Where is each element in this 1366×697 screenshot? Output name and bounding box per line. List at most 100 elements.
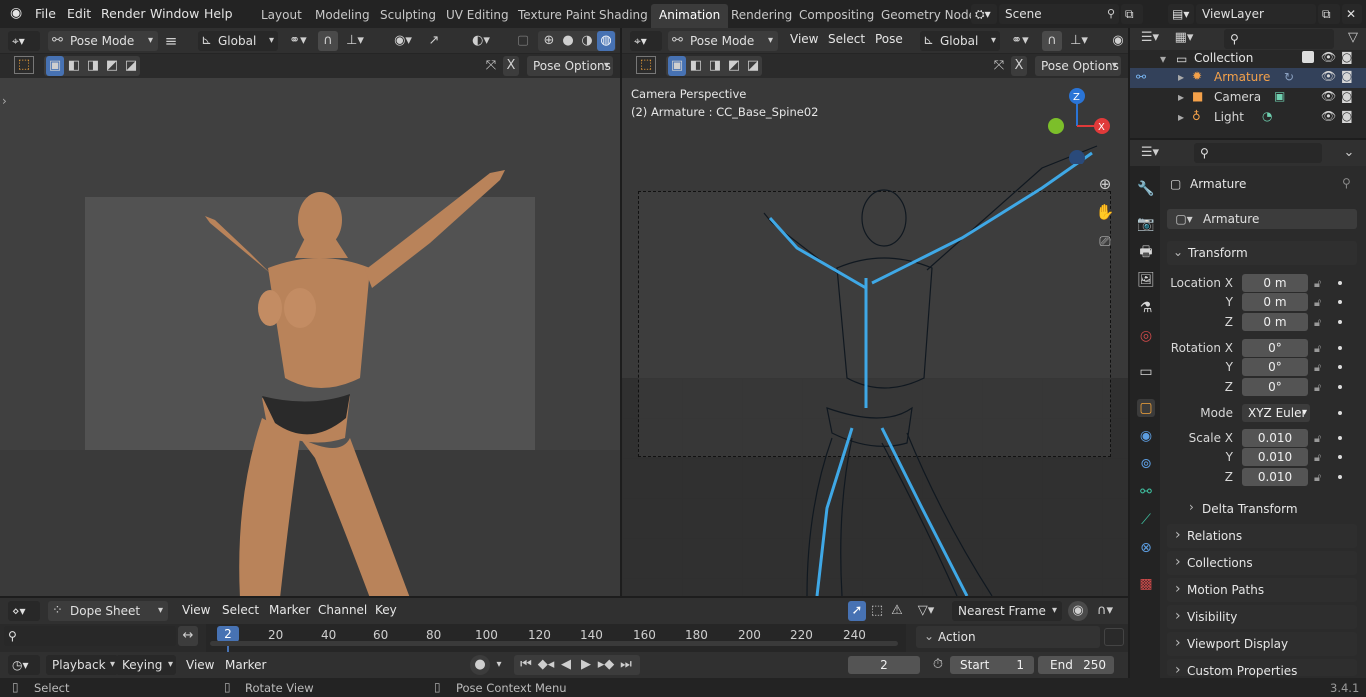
dopesheet-mode-dropdown[interactable]: ⁘ Dope Sheet ▾ [48,601,168,621]
outliner-row-camera[interactable]: ▸ ■ Camera ▣ 👁 ◙ [1130,88,1366,108]
pin-icon[interactable]: ⚲ [1107,4,1115,24]
stopwatch-icon[interactable]: ⏱ [928,655,948,675]
prev-keyframe-icon[interactable]: ◆◂ [536,655,556,675]
snap-icon[interactable]: ∩ [1042,31,1062,51]
select-new-icon[interactable]: ▣ [668,56,686,76]
overlay-icon[interactable]: ◐▾ [468,31,494,51]
blender-logo-icon[interactable]: ◉ [10,5,22,21]
object-browse-icon[interactable]: ▢▾ [1171,209,1197,229]
lock-icon[interactable]: 🔓︎ [1314,342,1321,356]
proportional-edit-icon[interactable]: ◉ [1068,601,1088,621]
material-shading-icon[interactable]: ◑ [578,31,596,51]
menu-key[interactable]: Key [375,603,397,617]
display-mode-icon[interactable]: ▦▾ [1170,28,1198,48]
menu-view[interactable]: View [182,603,210,617]
expand-arrow-icon[interactable]: ▸ [1178,70,1184,84]
menu-render[interactable]: Render [101,6,146,21]
keying-dropdown[interactable]: Keying ▾ [116,655,176,675]
hamburger-icon[interactable]: ≡ [162,31,180,51]
editor-type-button[interactable]: ⌖▾ [630,31,662,51]
lock-icon[interactable]: 🔓︎ [1314,471,1321,485]
outliner-search-input[interactable]: ⚲ [1224,29,1334,49]
orientation-dropdown[interactable]: ⊾ Global ▾ [198,31,278,51]
bone-constraints-tab-icon[interactable]: ⊗ [1137,539,1155,557]
collection-label[interactable]: Collection [1194,51,1253,65]
pose-options-dropdown[interactable]: Pose Options ▾ [527,56,613,76]
collection-checkbox[interactable] [1302,51,1314,63]
eye-icon[interactable]: 👁 [1321,69,1336,83]
scene-name-field[interactable]: Scene ⚲ [999,4,1119,24]
action-slot[interactable] [1104,628,1124,646]
editor-type-button[interactable]: ◷▾ [8,655,40,675]
scene-tab-icon[interactable]: ⚗ [1137,299,1155,317]
select-invert-icon[interactable]: ◩ [103,56,121,76]
x-mirror-button[interactable]: X [503,56,519,76]
snap-target-icon[interactable]: ⊥▾ [1064,31,1094,51]
orientation-dropdown[interactable]: ⊾ Global ▾ [920,31,1000,51]
motion-paths-section[interactable]: Motion Paths [1167,577,1357,602]
scale-x-field[interactable]: 0.010 [1242,429,1308,447]
transform-pivot-icon[interactable]: ⤧ [990,56,1008,76]
rotation-x-field[interactable]: 0° [1242,339,1308,357]
x-mirror-button[interactable]: X [1011,56,1027,76]
relations-section[interactable]: Relations [1167,523,1357,548]
chevron-down-icon[interactable]: ▾ [492,655,506,675]
scale-z-field[interactable]: 0.010 [1242,468,1308,486]
new-viewlayer-button[interactable]: ⧉ [1318,4,1340,24]
errors-icon[interactable]: ⚠ [888,601,906,621]
camera-render-icon[interactable]: ◙ [1341,69,1353,83]
snap-target-icon[interactable]: ⊥▾ [340,31,370,51]
pivot-icon[interactable]: ⚭▾ [1006,31,1034,51]
left-viewport[interactable]: › [0,78,620,596]
keyframe-dot-icon[interactable] [1338,455,1342,459]
keyframe-dot-icon[interactable] [1338,411,1342,415]
visibility-section[interactable]: Visibility [1167,604,1357,629]
expand-arrow-icon[interactable]: ▸ [1178,90,1184,104]
editor-type-icon[interactable]: ☰▾ [1136,28,1164,48]
rendered-shading-icon[interactable]: ◍ [597,31,615,51]
editor-type-button[interactable]: ⌖▾ [8,31,40,51]
world-tab-icon[interactable]: ◎ [1137,327,1155,345]
camera-view-icon[interactable]: ⎚ [1094,232,1116,252]
collection-tab-icon[interactable]: ▭ [1137,363,1155,381]
pivot-icon[interactable]: ⚭▾ [284,31,312,51]
transform-section-header[interactable]: ⌄ Transform [1167,241,1357,265]
keyframe-dot-icon[interactable] [1338,346,1342,350]
jump-end-icon[interactable]: ⏭ [616,655,636,675]
camera-render-icon[interactable]: ◙ [1341,89,1353,103]
scene-browse-button[interactable]: ⛭▾ [971,4,997,24]
menu-channel[interactable]: Channel [318,603,367,617]
select-intersect-icon[interactable]: ◪ [122,56,140,76]
transform-pivot-icon[interactable]: ⤧ [482,56,500,76]
filter-icon[interactable]: ▽▾ [912,601,940,621]
menu-file[interactable]: File [35,6,56,21]
lock-icon[interactable]: 🔓︎ [1314,316,1321,330]
playback-dropdown[interactable]: Playback ▾ [46,655,118,675]
jump-start-icon[interactable]: ⏮ [516,655,536,675]
location-z-field[interactable]: 0 m [1242,313,1308,331]
action-panel[interactable]: ⌄ Action [916,626,1100,648]
remove-viewlayer-button[interactable]: ✕ [1342,4,1362,24]
play-icon[interactable]: ▶ [576,655,596,675]
object-data-tab-icon[interactable]: ⚯ [1137,483,1155,501]
tab-texture-paint[interactable]: Texture Paint [518,8,595,22]
select-tool-icon[interactable]: ⬚ [636,56,656,74]
menu-edit[interactable]: Edit [67,6,91,21]
keyframe-dot-icon[interactable] [1338,475,1342,479]
lock-icon[interactable]: 🔓︎ [1314,296,1321,310]
rotation-y-field[interactable]: 0° [1242,358,1308,376]
menu-window[interactable]: Window [150,6,199,21]
swap-icon[interactable]: ↔ [178,626,198,646]
output-tab-icon[interactable]: 🖶 [1137,243,1155,261]
pan-hand-icon[interactable]: ✋ [1094,202,1116,222]
wireframe-shading-icon[interactable]: ⊕ [540,31,558,51]
tab-modeling[interactable]: Modeling [315,8,370,22]
lock-icon[interactable]: 🔓︎ [1314,381,1321,395]
constraints-tab-icon[interactable]: ⊚ [1137,455,1155,473]
select-extend-icon[interactable]: ◧ [687,56,705,76]
tool-tab-icon[interactable]: 🔧 [1137,180,1155,198]
mode-dropdown[interactable]: ⚯ Pose Mode ▾ [48,31,158,51]
collections-section[interactable]: Collections [1167,550,1357,575]
viewlayer-browse-button[interactable]: ▤▾ [1168,4,1194,24]
object-name-field[interactable]: ▢▾ Armature [1167,209,1357,229]
